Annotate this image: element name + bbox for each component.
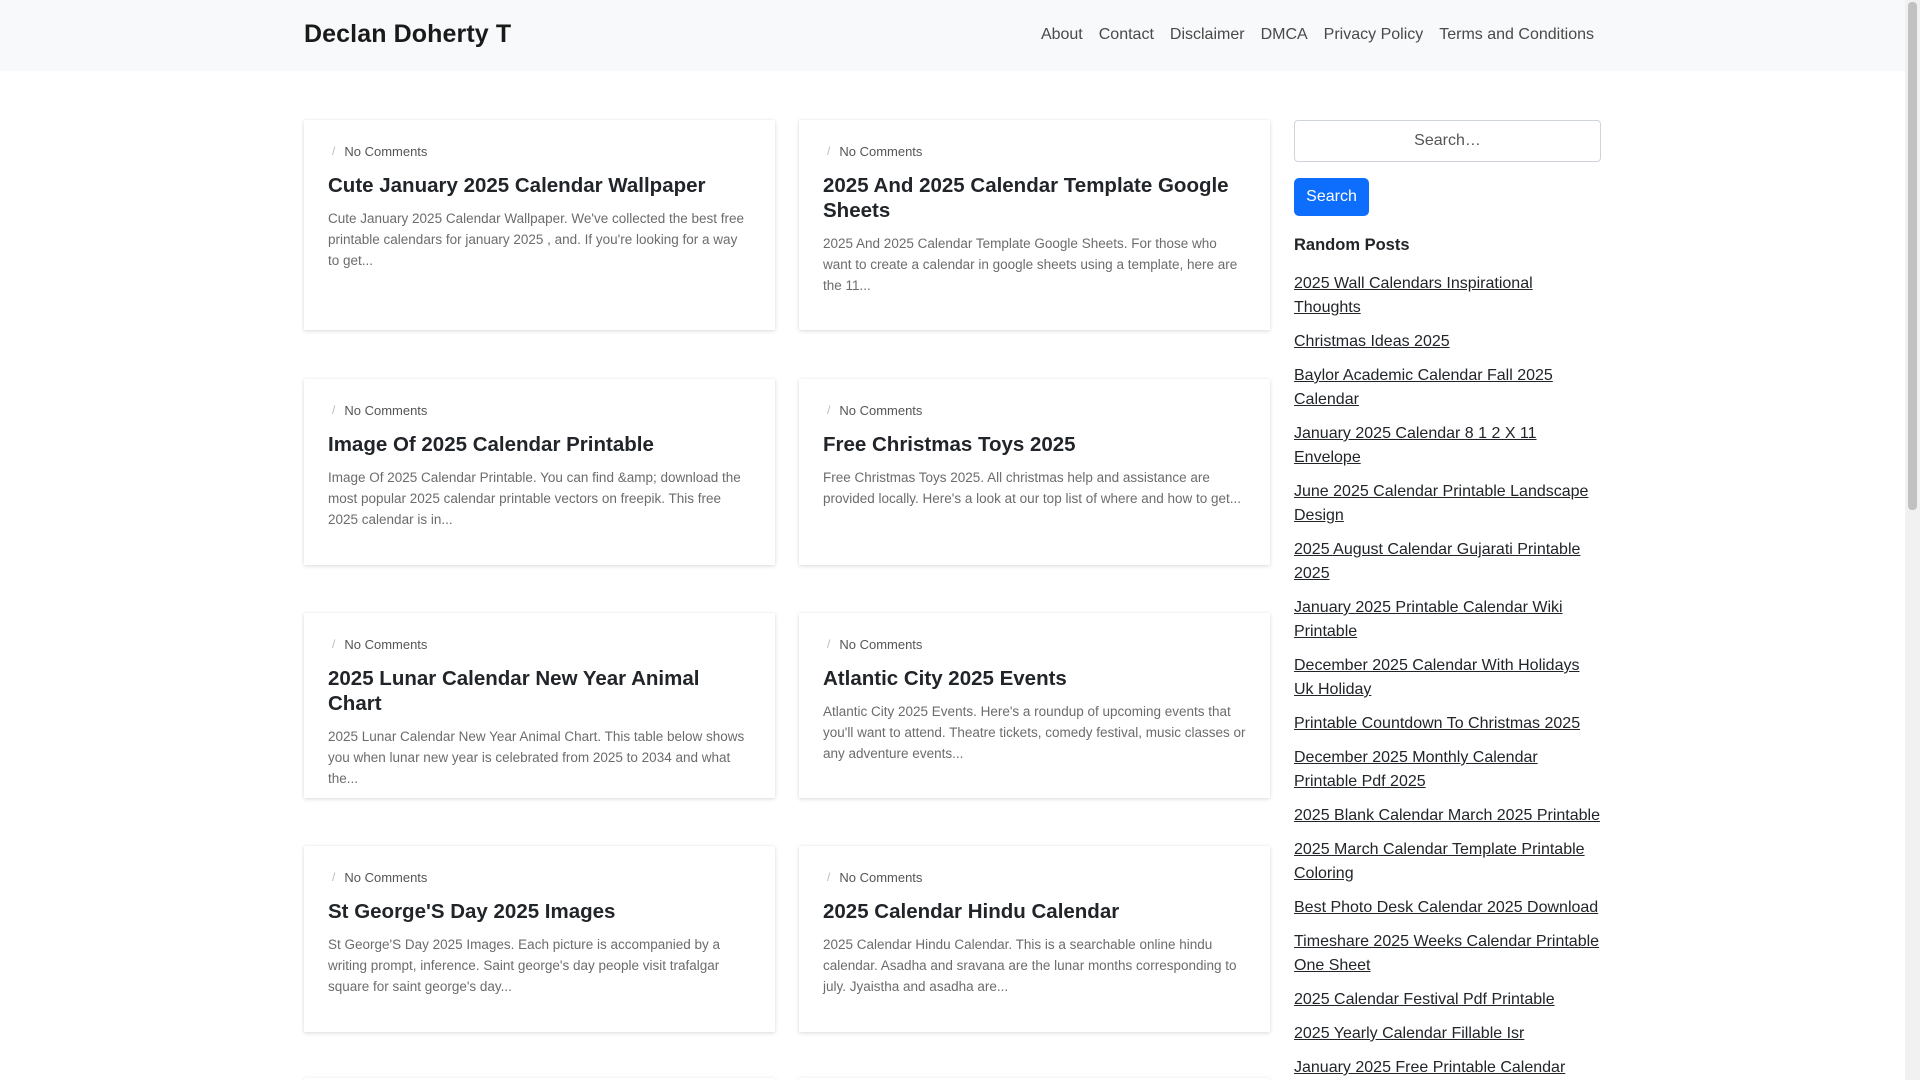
post-excerpt: Cute January 2025 Calendar Wallpaper. We…	[328, 211, 745, 268]
post-meta: / No Comments	[332, 869, 428, 885]
nav-about[interactable]: About	[1041, 24, 1083, 46]
main-nav: About Contact Disclaimer DMCA Privacy Po…	[1025, 24, 1594, 46]
random-post-link[interactable]: Printable Countdown To Christmas 2025	[1294, 712, 1601, 736]
search-button[interactable]: Search	[1294, 178, 1369, 216]
post-meta: / No Comments	[827, 869, 923, 885]
random-post-link[interactable]: 2025 Calendar Festival Pdf Printable	[1294, 988, 1601, 1012]
random-post-link[interactable]: December 2025 Calendar With Holidays Uk …	[1294, 654, 1601, 702]
post-excerpt: Atlantic City 2025 Events. Here's a roun…	[823, 704, 1246, 761]
nav-terms[interactable]: Terms and Conditions	[1439, 24, 1594, 46]
post-excerpt: Image Of 2025 Calendar Printable. You ca…	[328, 470, 741, 527]
nav-disclaimer[interactable]: Disclaimer	[1170, 24, 1245, 46]
random-post-link[interactable]: Christmas Ideas 2025	[1294, 330, 1601, 354]
comments-count[interactable]: No Comments	[839, 637, 922, 652]
comments-count[interactable]: No Comments	[839, 403, 922, 418]
random-post-link[interactable]: 2025 Blank Calendar March 2025 Printable	[1294, 804, 1601, 828]
post-excerpt: 2025 Calendar Hindu Calendar. This is a …	[823, 937, 1237, 994]
post-card: / No Comments 2025 And 2025 Calendar Temp…	[799, 120, 1270, 330]
site-brand[interactable]: Declan Doherty T	[304, 20, 511, 49]
post-meta: / No Comments	[827, 143, 923, 159]
post-title[interactable]: Atlantic City 2025 Events	[823, 666, 1246, 691]
random-post-link[interactable]: 2025 March Calendar Template Printable C…	[1294, 838, 1601, 886]
page-scrollbar[interactable]	[1905, 0, 1920, 1080]
random-post-link[interactable]: January 2025 Free Printable Calendar	[1294, 1056, 1601, 1080]
random-post-link[interactable]: 2025 August Calendar Gujarati Printable …	[1294, 538, 1601, 586]
post-meta: / No Comments	[827, 402, 923, 418]
site-header: Declan Doherty T About Contact Disclaime…	[0, 0, 1905, 71]
random-posts-list: 2025 Wall Calendars Inspirational Though…	[1294, 272, 1601, 1080]
comments-count[interactable]: No Comments	[344, 403, 427, 418]
random-post-link[interactable]: Best Photo Desk Calendar 2025 Download	[1294, 896, 1601, 920]
comments-count[interactable]: No Comments	[839, 870, 922, 885]
comments-count[interactable]: No Comments	[839, 144, 922, 159]
nav-privacy-policy[interactable]: Privacy Policy	[1324, 24, 1424, 46]
post-excerpt: St George'S Day 2025 Images. Each pictur…	[328, 937, 721, 994]
random-post-link[interactable]: Baylor Academic Calendar Fall 2025 Calen…	[1294, 364, 1601, 412]
post-title[interactable]: 2025 Calendar Hindu Calendar	[823, 899, 1246, 924]
post-meta: / No Comments	[827, 636, 923, 652]
post-card: / No Comments Atlantic City 2025 Events A…	[799, 613, 1270, 798]
random-post-link[interactable]: January 2025 Printable Calendar Wiki Pri…	[1294, 596, 1601, 644]
post-meta: / No Comments	[332, 143, 428, 159]
random-post-link[interactable]: 2025 Yearly Calendar Fillable Isr	[1294, 1022, 1601, 1046]
sidebar: Search Random Posts 2025 Wall Calendars …	[1294, 120, 1601, 1080]
post-card: / No Comments 2025 Lunar Calendar New Yea…	[304, 613, 775, 798]
random-posts-heading: Random Posts	[1294, 236, 1410, 254]
post-title[interactable]: 2025 And 2025 Calendar Template Google S…	[823, 173, 1246, 223]
post-title[interactable]: Free Christmas Toys 2025	[823, 432, 1246, 457]
nav-contact[interactable]: Contact	[1099, 24, 1154, 46]
post-card: / No Comments Cute January 2025 Calendar …	[304, 120, 775, 330]
post-title[interactable]: St George'S Day 2025 Images	[328, 899, 751, 924]
post-meta: / No Comments	[332, 636, 428, 652]
comments-count[interactable]: No Comments	[344, 637, 427, 652]
post-title[interactable]: Cute January 2025 Calendar Wallpaper	[328, 173, 751, 198]
post-card: / No Comments St George'S Day 2025 Images…	[304, 846, 775, 1032]
post-excerpt: 2025 Lunar Calendar New Year Animal Char…	[328, 729, 745, 786]
post-card: / No Comments 2025 Calendar Hindu Calenda…	[799, 846, 1270, 1032]
post-title[interactable]: Image Of 2025 Calendar Printable	[328, 432, 751, 457]
random-post-link[interactable]: January 2025 Calendar 8 1 2 X 11 Envelop…	[1294, 422, 1601, 470]
scrollbar-thumb[interactable]	[1908, 2, 1917, 510]
random-post-link[interactable]: 2025 Wall Calendars Inspirational Though…	[1294, 272, 1601, 320]
post-title[interactable]: 2025 Lunar Calendar New Year Animal Char…	[328, 666, 751, 716]
random-post-link[interactable]: June 2025 Calendar Printable Landscape D…	[1294, 480, 1601, 528]
search-input[interactable]	[1294, 120, 1601, 162]
post-card: / No Comments Free Christmas Toys 2025 Fr…	[799, 379, 1270, 565]
post-meta: / No Comments	[332, 402, 428, 418]
comments-count[interactable]: No Comments	[344, 144, 427, 159]
post-card: / No Comments Image Of 2025 Calendar Prin…	[304, 379, 775, 565]
random-post-link[interactable]: Timeshare 2025 Weeks Calendar Printable …	[1294, 930, 1601, 978]
nav-dmca[interactable]: DMCA	[1261, 24, 1308, 46]
random-post-link[interactable]: December 2025 Monthly Calendar Printable…	[1294, 746, 1601, 794]
comments-count[interactable]: No Comments	[344, 870, 427, 885]
post-excerpt: 2025 And 2025 Calendar Template Google S…	[823, 236, 1238, 293]
post-excerpt: Free Christmas Toys 2025. All christmas …	[823, 470, 1242, 506]
